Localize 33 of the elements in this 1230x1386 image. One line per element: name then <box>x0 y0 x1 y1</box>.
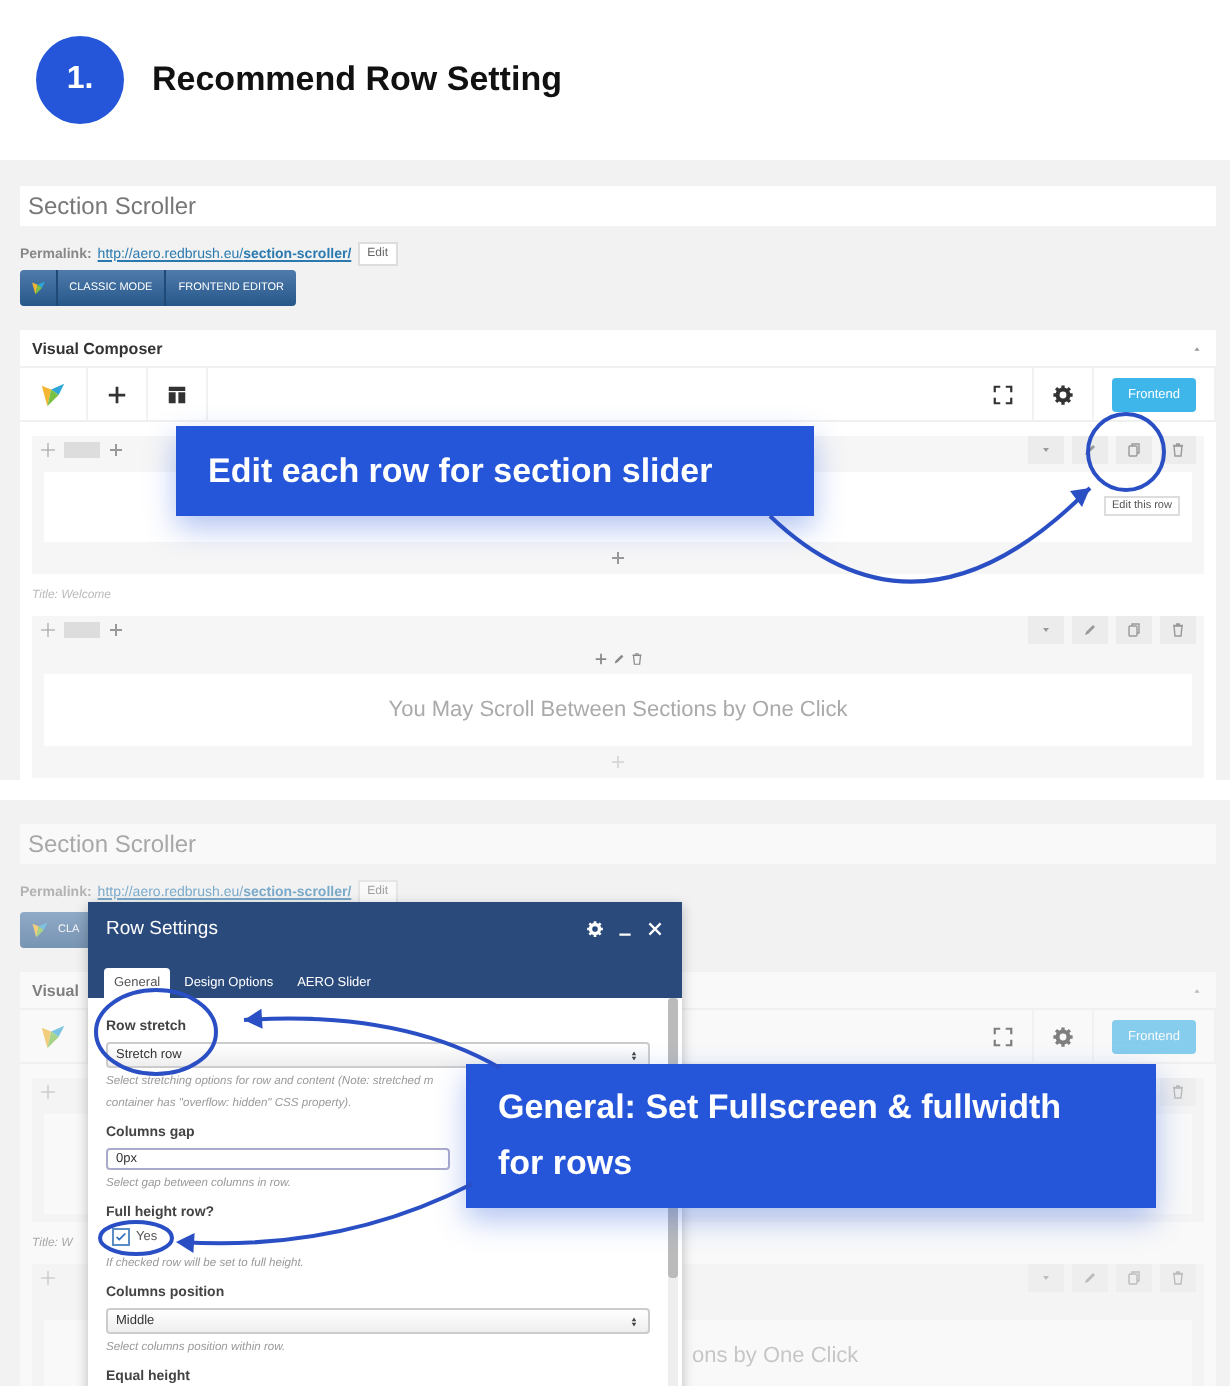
row-text: You May Scroll Between Sections by One Click <box>388 698 848 722</box>
callout: General: Set Fullscreen & fullwidth for rows <box>466 1064 1156 1208</box>
highlight-circle <box>98 1220 174 1256</box>
fullscreen-icon[interactable] <box>991 383 1014 405</box>
checkbox[interactable] <box>112 1228 130 1246</box>
trash-icon[interactable] <box>629 652 643 666</box>
step-title: Recommend Row Setting <box>152 60 562 100</box>
post-title-field[interactable]: Section Scroller <box>20 186 1216 226</box>
callout: Edit each row for section slider <box>176 426 814 516</box>
move-icon[interactable] <box>40 1270 56 1286</box>
step-number: 1. <box>36 36 124 124</box>
move-icon[interactable] <box>40 1084 56 1100</box>
highlight-circle <box>1086 412 1166 492</box>
copy-icon[interactable] <box>1116 616 1152 644</box>
move-icon[interactable] <box>40 442 56 458</box>
copy-icon[interactable] <box>1116 1264 1152 1292</box>
move-icon[interactable] <box>40 622 56 638</box>
settings-icon[interactable] <box>1051 383 1074 405</box>
column-handle[interactable] <box>64 442 100 458</box>
logo-icon <box>30 278 48 298</box>
updown-icon <box>628 1315 640 1327</box>
close-icon[interactable] <box>646 920 664 938</box>
logo-icon[interactable] <box>38 379 68 409</box>
dialog-title: Row Settings <box>106 918 218 940</box>
highlight-circle <box>94 988 218 1076</box>
logo-icon <box>30 920 50 940</box>
plus-icon[interactable] <box>106 383 128 405</box>
layout-icon[interactable] <box>166 383 188 405</box>
pencil-icon[interactable] <box>611 652 625 666</box>
column-handle[interactable] <box>64 622 100 638</box>
logo-icon[interactable] <box>38 1021 68 1051</box>
composer-title: Visual <box>32 981 79 999</box>
composer-title: Visual Composer <box>32 339 163 357</box>
